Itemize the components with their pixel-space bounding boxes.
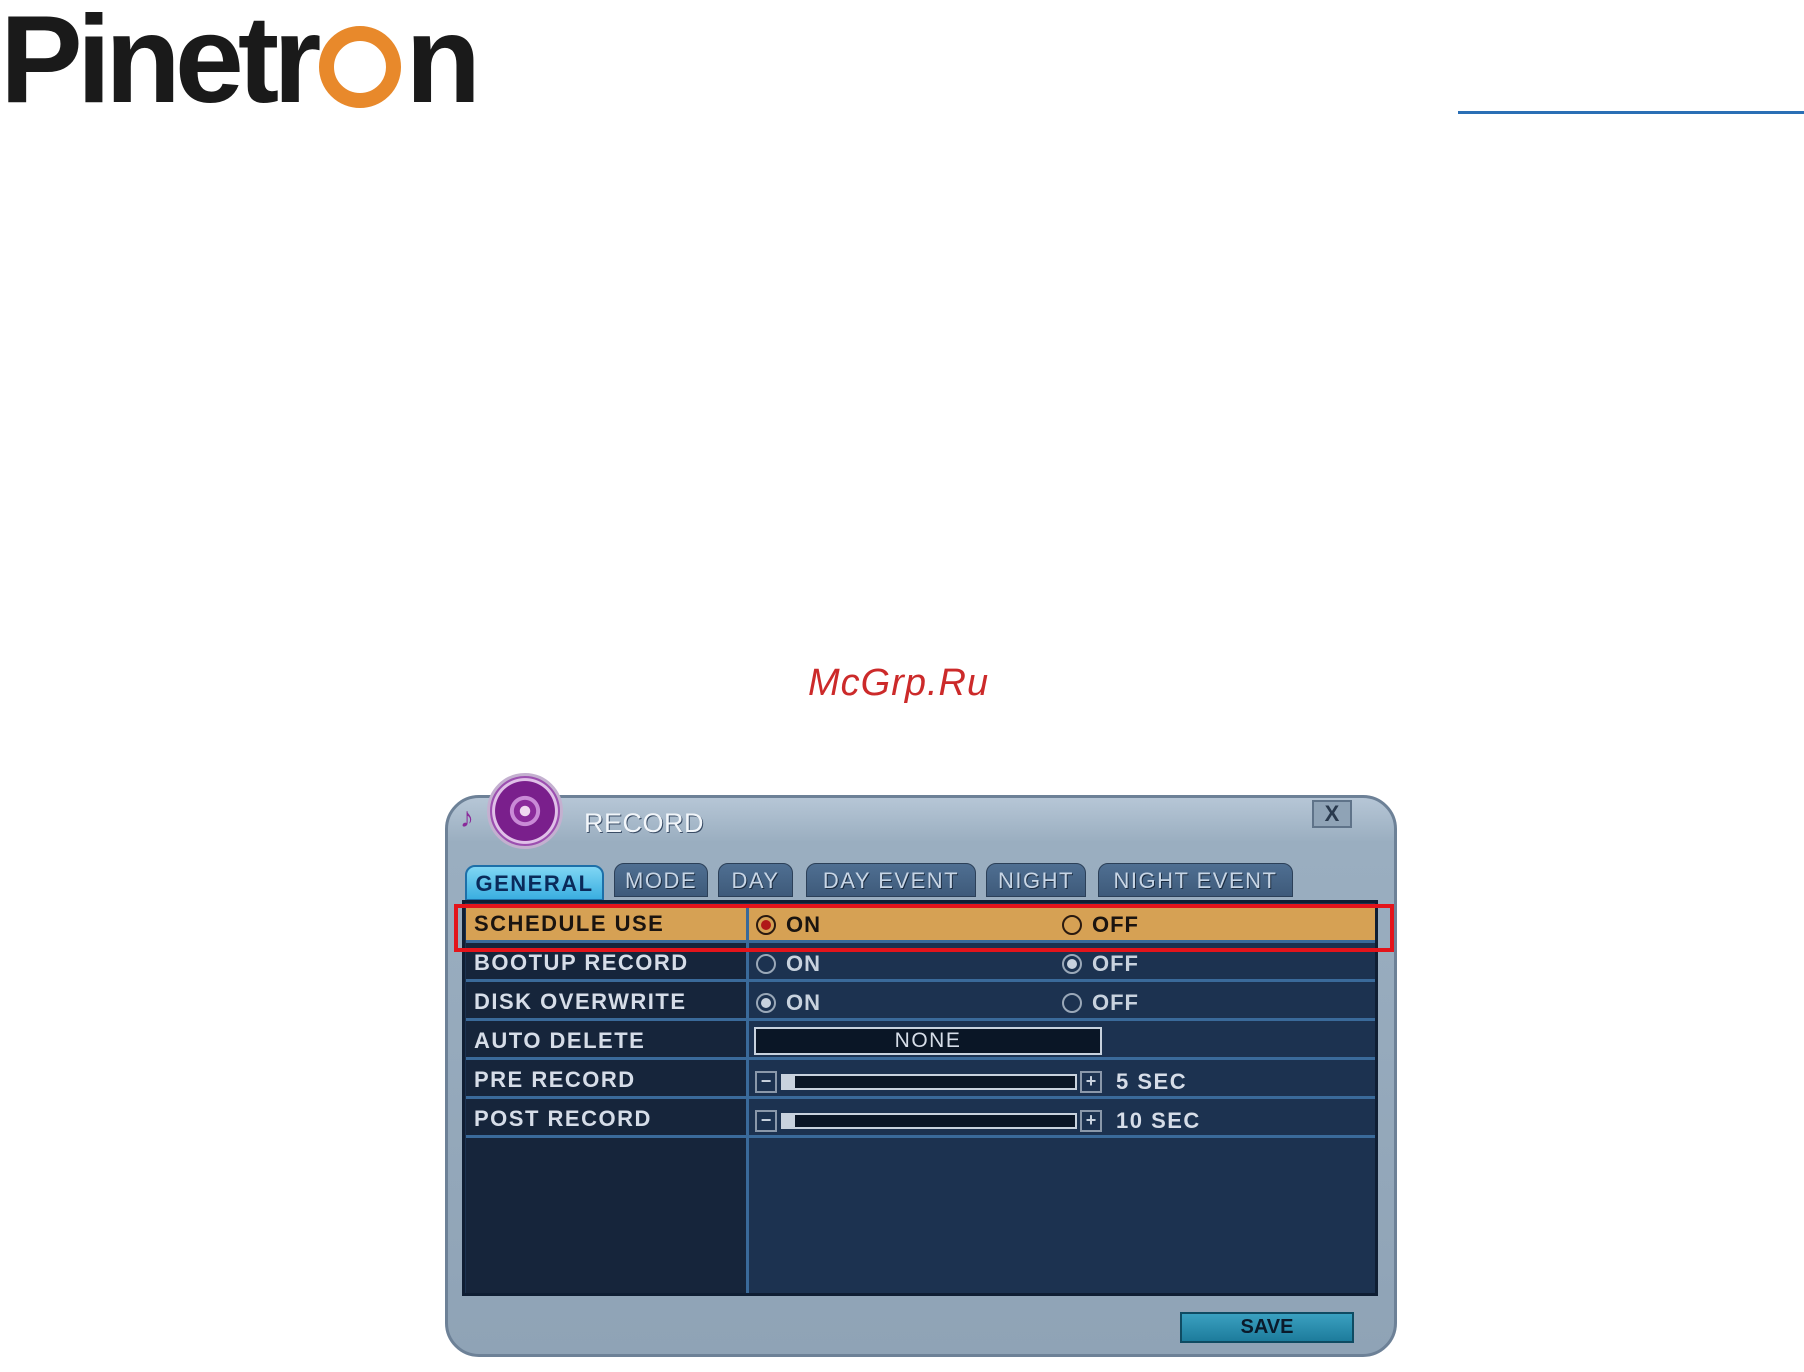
post-record-label: POST RECORD (474, 1106, 652, 1131)
tab-night[interactable]: NIGHT (986, 863, 1086, 897)
disk-overwrite-off-label: OFF (1092, 990, 1139, 1015)
watermark: McGrp.Ru (808, 662, 990, 704)
bootup-record-off-radio[interactable] (1062, 954, 1082, 974)
pre-record-plus-button[interactable]: + (1080, 1071, 1102, 1093)
post-record-value: 10 SEC (1116, 1108, 1201, 1133)
bootup-record-on-radio[interactable] (756, 954, 776, 974)
post-record-minus-button[interactable]: − (755, 1110, 777, 1132)
disk-overwrite-label: DISK OVERWRITE (474, 989, 687, 1014)
column-divider (746, 905, 749, 1293)
tab-day-event[interactable]: DAY EVENT (806, 863, 976, 897)
header-rule (1458, 111, 1804, 114)
logo-text-right: n (405, 0, 481, 129)
pinetron-logo: Pinetr n (0, 0, 481, 122)
pre-record-minus-button[interactable]: − (755, 1071, 777, 1093)
post-record-slider[interactable] (781, 1113, 1077, 1129)
pre-record-slider[interactable] (781, 1074, 1077, 1090)
disk-overwrite-on-radio[interactable] (756, 993, 776, 1013)
disk-overwrite-off-radio[interactable] (1062, 993, 1082, 1013)
tab-night-event[interactable]: NIGHT EVENT (1098, 863, 1293, 897)
tab-day[interactable]: DAY (718, 863, 793, 897)
selection-frame (454, 904, 1394, 952)
close-button[interactable]: X (1312, 800, 1352, 828)
auto-delete-label: AUTO DELETE (474, 1028, 646, 1053)
pre-record-slider-fill (783, 1076, 795, 1088)
post-record-plus-button[interactable]: + (1080, 1110, 1102, 1132)
pre-record-label: PRE RECORD (474, 1067, 636, 1092)
post-record-slider-fill (783, 1115, 795, 1127)
bootup-record-on-label: ON (786, 951, 821, 976)
pre-record-value: 5 SEC (1116, 1069, 1188, 1094)
auto-delete-select[interactable]: NONE (754, 1027, 1102, 1055)
logo-text-left: Pinetr (0, 0, 321, 129)
film-reel-icon (487, 773, 563, 849)
tab-general[interactable]: GENERAL (465, 865, 604, 901)
music-note-icon: ♪ (460, 802, 474, 833)
logo-ring-icon (319, 26, 402, 108)
tab-mode[interactable]: MODE (614, 863, 708, 897)
save-button[interactable]: SAVE (1180, 1312, 1354, 1343)
disk-overwrite-on-label: ON (786, 990, 821, 1015)
dialog-title: RECORD (584, 808, 705, 838)
bootup-record-off-label: OFF (1092, 951, 1139, 976)
